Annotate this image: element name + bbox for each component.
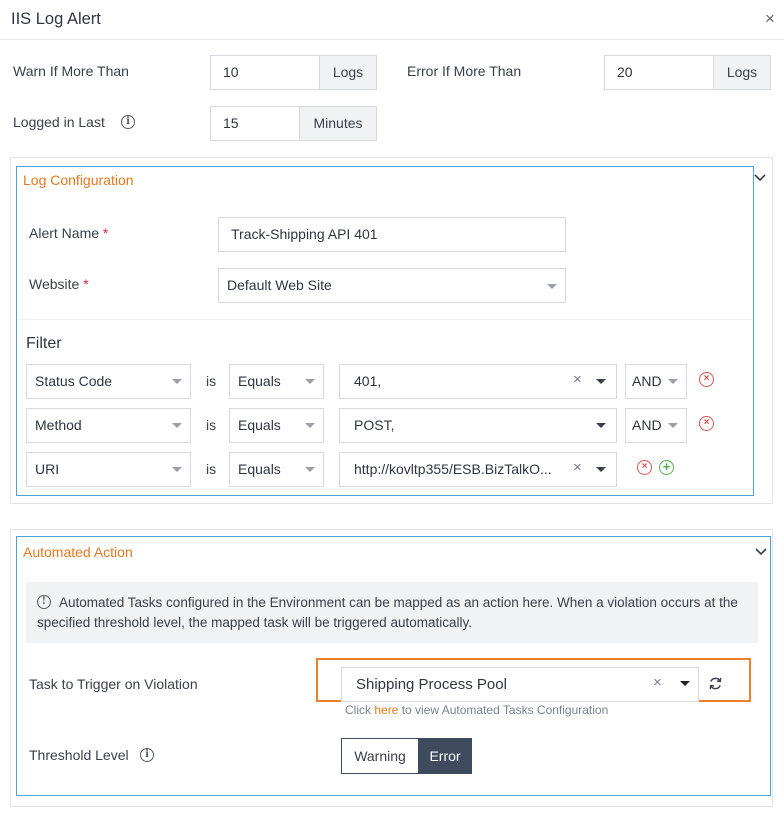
chevron-down-icon[interactable] xyxy=(305,423,315,428)
chevron-down-icon[interactable] xyxy=(172,423,182,428)
task-select-value: Shipping Process Pool xyxy=(356,676,507,693)
remove-circle-icon[interactable]: × xyxy=(699,372,714,387)
filter-field-value: Method xyxy=(35,417,82,433)
clear-icon[interactable]: × xyxy=(573,460,582,476)
filter-value-text: http://kovltp355/ESB.BizTalkO... xyxy=(354,461,552,477)
remove-circle-icon[interactable]: × xyxy=(637,460,652,475)
chevron-down-icon[interactable] xyxy=(680,681,690,686)
error-unit-addon: Logs xyxy=(713,55,771,90)
hint-prefix: Click xyxy=(345,703,371,717)
chevron-down-icon[interactable] xyxy=(668,379,678,384)
filter-is-label: is xyxy=(206,417,217,433)
hint-suffix: to view Automated Tasks Configuration xyxy=(401,703,609,717)
filter-operator-value: Equals xyxy=(238,417,281,433)
task-select[interactable]: Shipping Process Pool xyxy=(341,667,672,702)
filter-value-text: 401, xyxy=(354,373,382,389)
chevron-down-icon[interactable] xyxy=(754,545,768,562)
required-mark: * xyxy=(102,225,109,241)
dialog-title: IIS Log Alert xyxy=(11,10,101,28)
info-icon: i xyxy=(140,748,154,762)
error-label: Error If More Than xyxy=(407,63,522,79)
filter-is-label: is xyxy=(206,373,217,389)
chevron-down-icon[interactable] xyxy=(305,379,315,384)
website-label: Website * xyxy=(29,276,89,292)
filter-field-select[interactable]: URI xyxy=(26,452,191,487)
filter-title: Filter xyxy=(26,335,62,352)
filter-operator-value: Equals xyxy=(238,461,281,477)
chevron-down-icon[interactable] xyxy=(753,171,767,188)
notice-text: Automated Tasks configured in the Enviro… xyxy=(37,595,738,630)
filter-field-select[interactable]: Status Code xyxy=(26,364,191,399)
minutes-unit-addon: Minutes xyxy=(299,106,377,141)
clear-icon[interactable]: × xyxy=(653,675,662,691)
refresh-icon[interactable] xyxy=(708,676,723,695)
warn-input[interactable]: 10 xyxy=(210,55,320,90)
chevron-down-icon[interactable] xyxy=(547,284,557,289)
chevron-down-icon[interactable] xyxy=(596,467,606,472)
website-select[interactable]: Default Web Site xyxy=(218,268,566,303)
filter-value-text: POST, xyxy=(354,417,395,433)
threshold-level-label: Threshold Level xyxy=(29,747,129,763)
clear-icon[interactable]: × xyxy=(573,372,582,388)
warn-label: Warn If More Than xyxy=(13,63,129,79)
website-label-text: Website xyxy=(29,276,80,292)
log-configuration-panel-inner xyxy=(16,166,754,496)
dialog-header xyxy=(0,0,784,40)
log-configuration-title: Log Configuration xyxy=(23,172,134,188)
task-trigger-label: Task to Trigger on Violation xyxy=(29,676,198,692)
chevron-down-icon[interactable] xyxy=(596,423,606,428)
filter-is-label: is xyxy=(206,461,217,477)
filter-joiner-value: AND xyxy=(632,373,662,389)
chevron-down-icon[interactable] xyxy=(172,467,182,472)
logged-in-last-label: Logged in Last xyxy=(13,114,105,130)
remove-circle-icon[interactable]: × xyxy=(699,416,714,431)
warn-unit-addon: Logs xyxy=(319,55,377,90)
alert-name-label: Alert Name * xyxy=(29,225,108,241)
chevron-down-icon[interactable] xyxy=(596,379,606,384)
automated-action-title: Automated Action xyxy=(23,544,133,560)
threshold-error-button[interactable]: Error xyxy=(418,738,472,774)
chevron-down-icon[interactable] xyxy=(172,379,182,384)
website-select-value: Default Web Site xyxy=(227,277,332,293)
filter-joiner-value: AND xyxy=(632,417,662,433)
alert-name-input[interactable]: Track-Shipping API 401 xyxy=(218,217,566,252)
required-mark: * xyxy=(83,276,89,292)
chevron-down-icon[interactable] xyxy=(305,467,315,472)
error-input[interactable]: 20 xyxy=(604,55,714,90)
filter-value-select[interactable]: POST, xyxy=(339,408,617,443)
info-icon: i xyxy=(121,115,135,129)
close-icon[interactable]: × xyxy=(761,9,779,29)
logged-in-last-input[interactable]: 15 xyxy=(210,106,300,141)
filter-field-select[interactable]: Method xyxy=(26,408,191,443)
filter-operator-value: Equals xyxy=(238,373,281,389)
add-circle-icon[interactable]: + xyxy=(659,460,674,475)
threshold-warning-button[interactable]: Warning xyxy=(341,738,419,774)
alert-name-label-text: Alert Name xyxy=(29,225,100,241)
filter-field-value: Status Code xyxy=(35,373,113,389)
task-config-link[interactable]: here xyxy=(374,703,398,717)
filter-field-value: URI xyxy=(35,461,60,477)
chevron-down-icon[interactable] xyxy=(668,423,678,428)
task-config-hint: Click here to view Automated Tasks Confi… xyxy=(345,703,608,717)
divider xyxy=(17,319,753,320)
